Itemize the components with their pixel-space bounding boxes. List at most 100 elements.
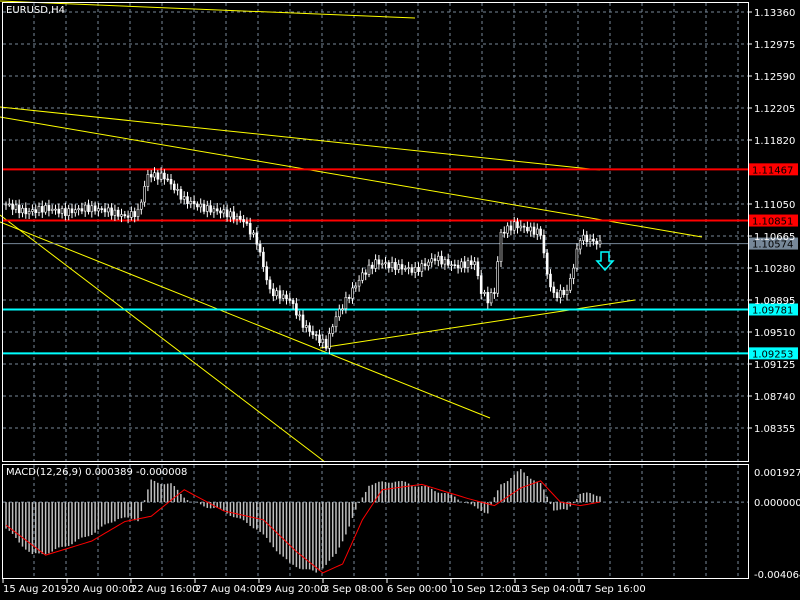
candle [103,208,107,213]
candle [239,215,242,220]
level-price-label: 1.11467 [752,165,793,176]
candle [60,208,64,214]
candle [288,298,292,301]
price-label: 1.10280 [754,264,795,275]
candle [14,204,18,210]
candle [281,294,285,299]
candle [509,225,513,231]
candle [361,272,364,281]
level-price-label: 1.09781 [752,305,793,316]
trendline[interactable] [319,299,636,349]
price-label: 1.11820 [754,136,795,147]
candle [215,208,219,212]
horizontal-levels[interactable]: 1.114671.108511.105741.097811.09253 [3,163,798,360]
trendlines[interactable] [0,0,703,463]
candle [34,209,38,213]
candle [255,232,259,245]
candle [100,208,103,210]
candle [136,208,140,217]
candle [585,234,589,243]
candle [166,178,169,181]
price-label: 1.11050 [754,200,795,211]
price-label: 1.08740 [754,392,795,403]
candle [163,172,166,180]
candle [324,338,328,349]
candle [24,207,28,215]
candle [304,325,308,328]
candle [311,331,315,335]
candle [380,263,384,266]
trendline[interactable] [0,106,601,171]
candles [4,167,602,355]
candle [331,326,335,334]
candle [258,243,262,253]
time-axis: 15 Aug 2019 20 Aug 00:0022 Aug 16:0027 Au… [2,578,646,595]
candle [202,203,206,212]
candle [70,208,74,214]
candle [516,221,519,229]
candle [275,290,278,297]
candle [413,266,417,273]
price-chart[interactable]: 1.114671.108511.105741.097811.09253 EURU… [0,0,800,600]
candle [285,294,288,300]
candle [473,261,476,265]
candle [212,208,216,213]
candle [179,189,183,200]
candle [176,189,179,191]
price-label: 1.10665 [754,232,795,243]
price-label: 1.09895 [754,296,795,307]
price-label: 1.12590 [754,72,795,83]
candle [476,261,480,276]
candle [219,210,222,214]
candle [143,186,146,203]
candle [545,252,549,275]
candle [469,260,473,265]
candle [423,263,427,267]
candle [347,297,351,299]
candle [354,285,358,289]
candle [169,179,173,185]
candle [460,261,463,269]
candle [245,221,249,224]
candle [592,238,595,242]
candle [110,207,113,216]
candle [130,211,133,218]
candle [107,207,110,213]
candle [479,275,483,294]
candle [159,172,163,180]
candle [519,225,523,229]
candle [308,325,311,332]
price-label: 1.09125 [754,360,795,371]
candle [552,286,556,293]
candle [370,264,374,269]
candle [83,204,87,212]
candle [189,201,193,205]
candle [466,260,470,268]
candle [337,308,341,318]
candle [387,262,391,268]
price-axis: 1.13360 1.12975 1.12590 1.12205 1.11820 1.110… [748,8,800,581]
candle [182,196,186,200]
candle [271,288,275,297]
candle [427,261,430,267]
candle [173,183,176,191]
trendline[interactable] [0,116,703,238]
candle [463,261,467,268]
candle [578,240,582,250]
price-label: 1.13360 [754,8,795,19]
chart-title: EURUSD,H4 [6,5,65,16]
candle [483,292,486,294]
candle [4,203,8,206]
candle [199,203,202,208]
trendline[interactable] [0,221,491,419]
level-price-label: 1.09253 [752,349,793,360]
candle [568,278,572,291]
candle [446,259,450,266]
candle [146,174,150,187]
candle [133,211,136,217]
candle [390,262,394,268]
candle [209,205,212,213]
candle [40,206,44,213]
candle [229,211,232,218]
candle [149,174,153,178]
